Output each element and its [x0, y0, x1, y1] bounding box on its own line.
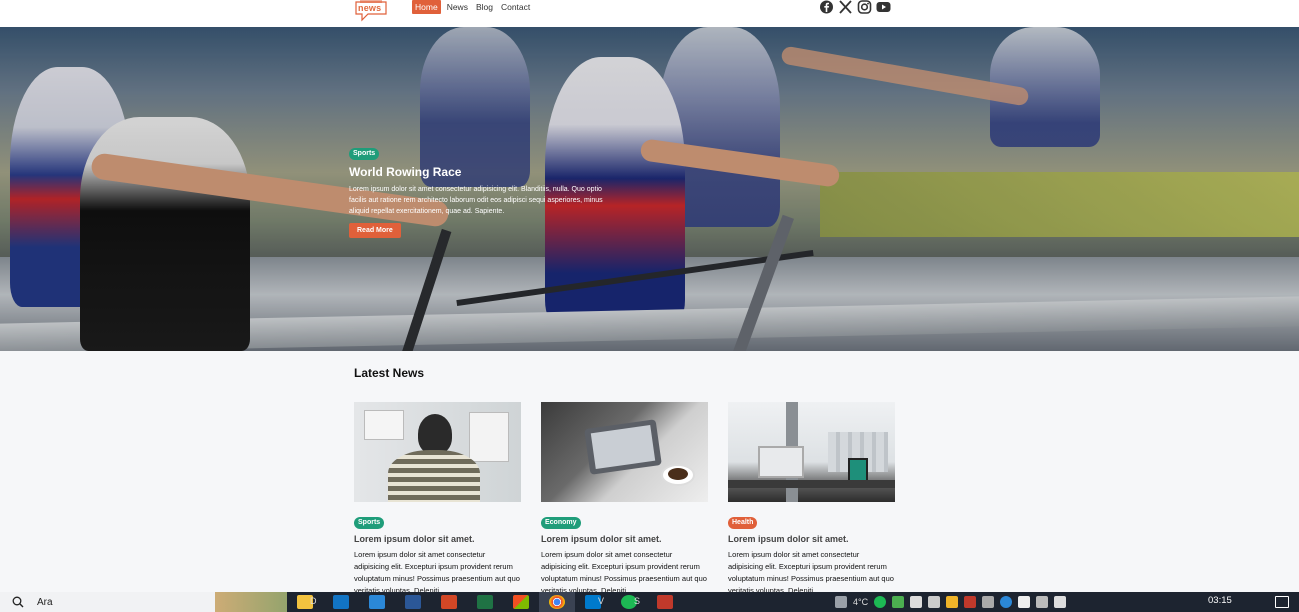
news-card-description: Lorem ipsum dolor sit amet consectetur a…: [541, 550, 707, 595]
network-icon[interactable]: [1036, 596, 1049, 608]
word-icon: [405, 595, 421, 609]
news-widget-icon[interactable]: [835, 596, 847, 608]
outlook-icon: [333, 595, 349, 609]
taskbar-app[interactable]: V: [575, 592, 611, 612]
antivirus-icon[interactable]: [964, 596, 977, 608]
news-card-image[interactable]: [728, 402, 895, 502]
taskbar-clock[interactable]: 03:15: [1208, 595, 1232, 606]
excel-icon: [477, 595, 493, 609]
taskbar-app-label: S: [634, 596, 641, 606]
volume-icon[interactable]: [1054, 596, 1067, 608]
site-logo[interactable]: news: [354, 0, 390, 22]
spotify-tray-icon[interactable]: [874, 596, 887, 608]
taskbar-app[interactable]: [395, 592, 431, 612]
news-card-title[interactable]: Lorem ipsum dolor sit amet.: [728, 534, 895, 545]
taskbar-app-label: V: [598, 596, 605, 606]
system-tray: 4°C: [835, 592, 1067, 612]
news-card-category[interactable]: Health: [728, 517, 758, 529]
powerpoint-icon: [441, 595, 457, 609]
instagram-icon[interactable]: [857, 0, 872, 14]
nav-link-news[interactable]: News: [445, 0, 470, 14]
facebook-icon[interactable]: [819, 0, 834, 14]
pen-icon[interactable]: [982, 596, 995, 608]
news-card-description: Lorem ipsum dolor sit amet consectetur a…: [354, 550, 520, 595]
taskbar-app[interactable]: D: [287, 592, 323, 612]
store-icon: [513, 595, 529, 609]
youtube-icon[interactable]: [876, 0, 891, 14]
x-icon[interactable]: [838, 0, 853, 14]
taskbar-app-label: D: [310, 596, 317, 606]
read-more-button[interactable]: Read More: [349, 223, 401, 238]
taskbar-app[interactable]: S: [611, 592, 647, 612]
news-card-title[interactable]: Lorem ipsum dolor sit amet.: [354, 534, 521, 545]
taskbar-app[interactable]: [539, 592, 575, 612]
main-nav: Home News Blog Contact: [412, 0, 532, 14]
check-icon[interactable]: [892, 596, 905, 608]
logo-text: news: [358, 3, 382, 13]
taskbar-weather-widget[interactable]: [215, 592, 287, 612]
news-card-image[interactable]: [541, 402, 708, 502]
hero-content: Sports World Rowing Race Lorem ipsum dol…: [349, 142, 619, 238]
taskbar-app[interactable]: [431, 592, 467, 612]
taskbar-app[interactable]: [467, 592, 503, 612]
hero-description: Lorem ipsum dolor sit amet consectetur a…: [349, 186, 603, 215]
social-links: [819, 0, 891, 14]
notification-center-icon[interactable]: [1275, 596, 1289, 608]
news-card[interactable]: Health Lorem ipsum dolor sit amet. Lorem…: [728, 402, 895, 597]
nav-link-home[interactable]: Home: [412, 0, 441, 14]
tray-temperature[interactable]: 4°C: [853, 597, 868, 607]
nav-link-blog[interactable]: Blog: [474, 0, 495, 14]
taskbar-search-box[interactable]: Ara: [0, 592, 287, 612]
navbar: news Home News Blog Contact: [0, 0, 1299, 27]
hero-title[interactable]: World Rowing Race: [349, 165, 619, 180]
news-card-title[interactable]: Lorem ipsum dolor sit amet.: [541, 534, 708, 545]
app-icon: [657, 595, 673, 609]
nav-link-contact[interactable]: Contact: [499, 0, 532, 14]
taskbar-apps: D V S: [287, 592, 683, 612]
news-card[interactable]: Sports Lorem ipsum dolor sit amet. Lorem…: [354, 402, 521, 597]
folder-sync-icon[interactable]: [946, 596, 959, 608]
mail-icon: [369, 595, 385, 609]
hero-category-badge[interactable]: Sports: [349, 148, 380, 160]
chrome-icon: [549, 595, 565, 609]
taskbar-search-text: Ara: [37, 597, 53, 608]
taskbar-app[interactable]: [323, 592, 359, 612]
taskbar-app[interactable]: [359, 592, 395, 612]
latest-news-heading: Latest News: [354, 366, 425, 380]
hero-banner: Sports World Rowing Race Lorem ipsum dol…: [0, 27, 1299, 351]
news-card[interactable]: Economy Lorem ipsum dolor sit amet. Lore…: [541, 402, 708, 597]
windows-security-icon[interactable]: [1018, 596, 1031, 608]
hero-overlay: [0, 27, 1299, 351]
news-card-description: Lorem ipsum dolor sit amet consectetur a…: [728, 550, 894, 595]
taskbar-app[interactable]: [647, 592, 683, 612]
taskbar-app[interactable]: [503, 592, 539, 612]
news-card-category[interactable]: Economy: [541, 517, 581, 529]
usb-icon[interactable]: [928, 596, 941, 608]
windows-taskbar: Ara D V S 4°C 03:15: [0, 592, 1299, 612]
device-icon[interactable]: [910, 596, 923, 608]
news-card-category[interactable]: Sports: [354, 517, 385, 529]
news-card-image[interactable]: [354, 402, 521, 502]
news-card-list: Sports Lorem ipsum dolor sit amet. Lorem…: [354, 402, 895, 597]
bluetooth-icon[interactable]: [1000, 596, 1013, 608]
search-icon: [12, 596, 24, 608]
